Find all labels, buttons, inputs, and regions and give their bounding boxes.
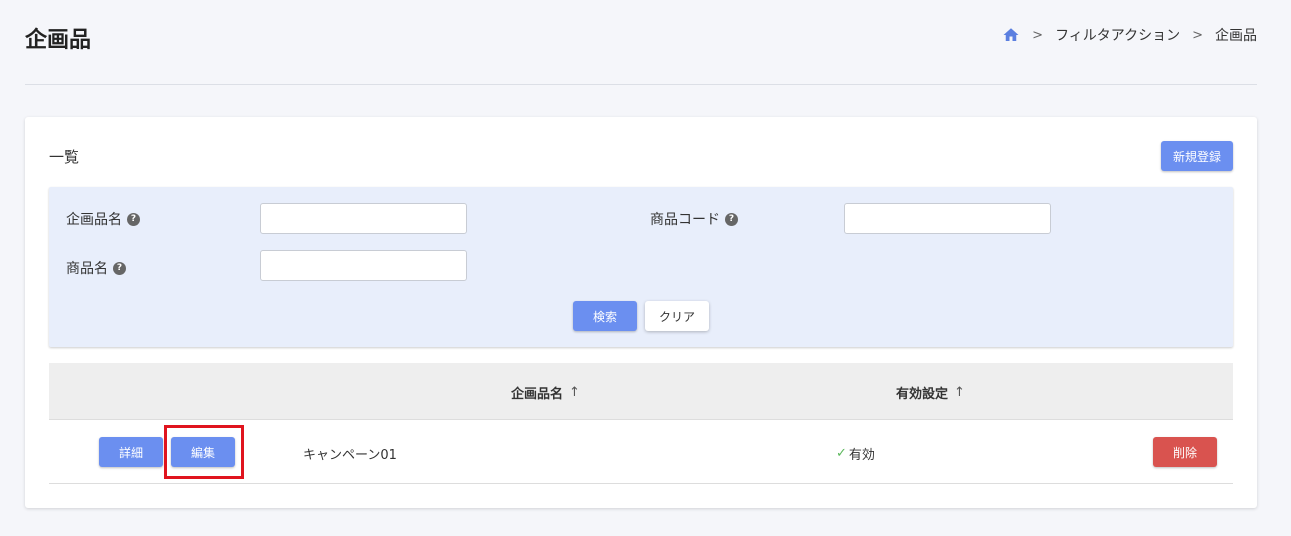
product-code-input[interactable] — [844, 203, 1051, 234]
plan-item-name-input[interactable] — [260, 203, 467, 234]
column-header-plan-item-name[interactable]: 企画品名 ↑ — [511, 383, 580, 402]
product-name-label: 商品名 ? — [66, 258, 126, 278]
help-icon[interactable]: ? — [127, 212, 140, 226]
field-label-text: 企画品名 — [66, 212, 122, 228]
breadcrumb: > フィルタアクション > 企画品 — [1002, 25, 1257, 45]
check-icon: ✓ — [836, 446, 847, 461]
new-register-button[interactable]: 新規登録 — [1161, 141, 1233, 171]
home-icon[interactable] — [1002, 26, 1020, 44]
detail-button[interactable]: 詳細 — [99, 437, 163, 467]
chevron-right-icon: > — [1192, 27, 1203, 43]
clear-button[interactable]: クリア — [645, 301, 709, 331]
status-text: 有効 — [848, 448, 875, 463]
search-panel: 企画品名 ? 商品コード ? 商品名 ? 検索 クリア — [49, 187, 1233, 347]
table-header: 企画品名 ↑ 有効設定 ↑ — [49, 363, 1233, 420]
sort-arrow-up-icon[interactable]: ↑ — [954, 385, 965, 400]
highlight-box — [164, 425, 244, 479]
column-header-label: 企画品名 — [511, 387, 564, 402]
product-code-label: 商品コード ? — [650, 209, 738, 229]
plan-item-name-cell: キャンペーン01 — [303, 448, 397, 463]
field-label-text: 商品コード — [650, 212, 720, 228]
chevron-right-icon: > — [1032, 27, 1044, 43]
field-label-text: 商品名 — [66, 261, 108, 277]
card-title: 一覧 — [49, 148, 80, 166]
breadcrumb-item-current: 企画品 — [1215, 28, 1257, 44]
breadcrumb-item-filter-action[interactable]: フィルタアクション — [1055, 25, 1180, 45]
page-title: 企画品 — [25, 28, 92, 53]
delete-button[interactable]: 削除 — [1153, 437, 1217, 467]
sort-arrow-up-icon[interactable]: ↑ — [569, 385, 580, 400]
page-header: 企画品 > フィルタアクション > 企画品 — [25, 0, 1257, 85]
status-cell: ✓ 有効 — [836, 444, 875, 463]
help-icon[interactable]: ? — [113, 261, 126, 275]
column-header-label: 有効設定 — [896, 387, 949, 402]
column-header-enabled[interactable]: 有効設定 ↑ — [896, 383, 965, 402]
plan-item-name-label: 企画品名 ? — [66, 209, 140, 229]
help-icon[interactable]: ? — [725, 212, 738, 226]
product-name-input[interactable] — [260, 250, 467, 281]
search-button[interactable]: 検索 — [573, 301, 637, 331]
